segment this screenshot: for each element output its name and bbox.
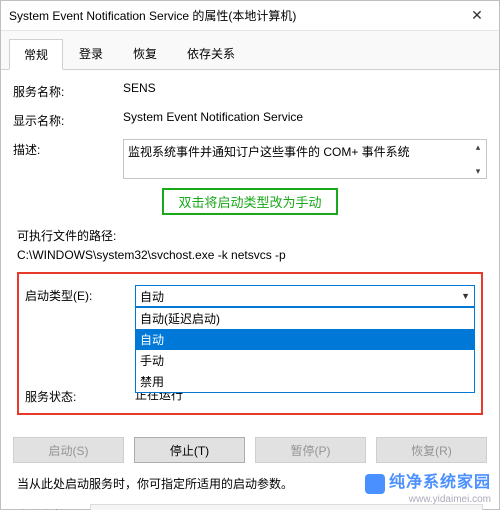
titlebar: System Event Notification Service 的属性(本地…: [1, 1, 499, 31]
startup-type-selected: 自动: [140, 288, 461, 305]
description-textbox[interactable]: 监视系统事件并通知订户这些事件的 COM+ 事件系统 ▴ ▾: [123, 139, 487, 179]
startup-type-label: 启动类型(E):: [25, 285, 135, 304]
tab-strip: 常规 登录 恢复 依存关系: [1, 31, 499, 70]
tab-recovery[interactable]: 恢复: [119, 39, 171, 69]
watermark-logo-icon: [365, 474, 385, 494]
service-buttons: 启动(S) 停止(T) 暂停(P) 恢复(R): [1, 431, 499, 467]
description-label: 描述:: [13, 139, 123, 158]
tab-general[interactable]: 常规: [9, 39, 63, 70]
display-name-label: 显示名称:: [13, 110, 123, 129]
description-text: 监视系统事件并通知订户这些事件的 COM+ 事件系统: [128, 145, 410, 159]
startup-option-delayed[interactable]: 自动(延迟启动): [136, 308, 474, 329]
scroll-up-icon[interactable]: ▴: [470, 140, 486, 154]
tab-logon[interactable]: 登录: [65, 39, 117, 69]
exe-path-label: 可执行文件的路径:: [17, 227, 483, 244]
watermark-brand: 纯净系统家园: [389, 474, 491, 491]
close-icon[interactable]: ✕: [455, 1, 499, 31]
resume-button[interactable]: 恢复(R): [376, 437, 487, 463]
start-button[interactable]: 启动(S): [13, 437, 124, 463]
startup-params-label: 启动参数(M):: [17, 507, 86, 510]
startup-option-manual[interactable]: 手动: [136, 350, 474, 371]
startup-option-auto[interactable]: 自动: [136, 329, 474, 350]
window-title: System Event Notification Service 的属性(本地…: [9, 7, 296, 24]
chevron-down-icon: ▼: [461, 291, 470, 301]
stop-button[interactable]: 停止(T): [134, 437, 245, 463]
tab-content: 服务名称: SENS 显示名称: System Event Notificati…: [1, 70, 499, 431]
startup-type-combo[interactable]: 自动 ▼: [135, 285, 475, 307]
properties-dialog: System Event Notification Service 的属性(本地…: [0, 0, 500, 510]
pause-button[interactable]: 暂停(P): [255, 437, 366, 463]
service-name-label: 服务名称:: [13, 81, 123, 100]
watermark-url: www.yidaimei.com: [365, 494, 491, 505]
watermark: 纯净系统家园 www.yidaimei.com: [365, 468, 491, 505]
startup-option-disabled[interactable]: 禁用: [136, 371, 474, 392]
display-name-value: System Event Notification Service: [123, 110, 487, 124]
service-status-label: 服务状态:: [25, 386, 135, 405]
exe-path-value: C:\WINDOWS\system32\svchost.exe -k netsv…: [17, 244, 483, 262]
highlight-outline: 启动类型(E): 自动 ▼ 自动(延迟启动) 自动 手动 禁用 服务状态:: [17, 272, 483, 415]
tab-dependencies[interactable]: 依存关系: [173, 39, 249, 69]
startup-type-dropdown: 自动(延迟启动) 自动 手动 禁用: [135, 307, 475, 393]
scroll-down-icon[interactable]: ▾: [470, 164, 486, 178]
service-name-value: SENS: [123, 81, 487, 95]
annotation-overlay: 双击将启动类型改为手动: [162, 188, 338, 215]
